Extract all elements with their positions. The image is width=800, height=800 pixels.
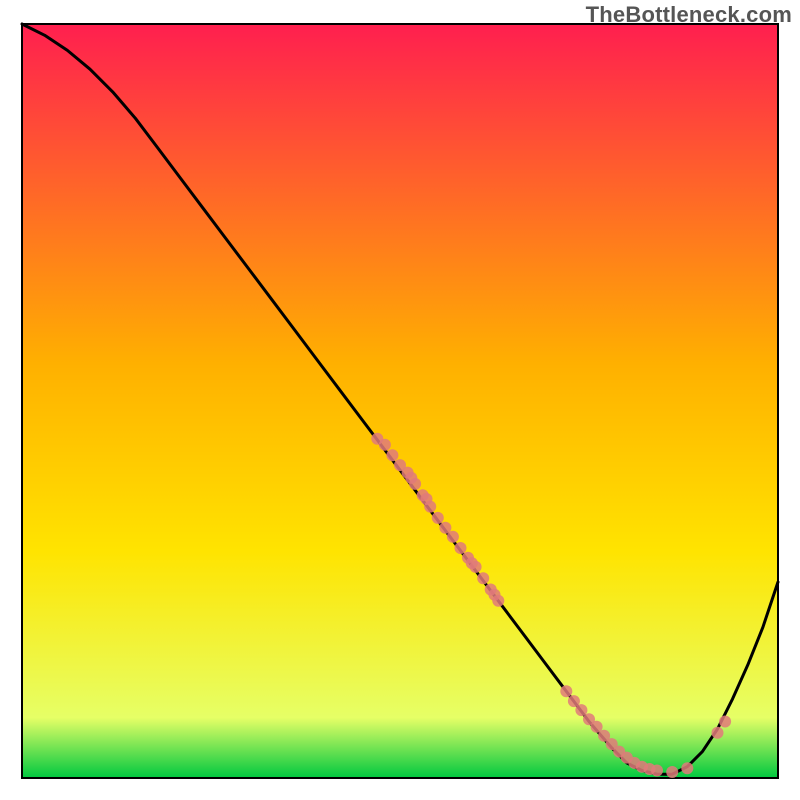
data-point bbox=[712, 727, 724, 739]
chart-container: TheBottleneck.com bbox=[0, 0, 800, 800]
data-point bbox=[492, 595, 504, 607]
data-point bbox=[719, 716, 731, 728]
data-point bbox=[455, 542, 467, 554]
plot-background bbox=[22, 24, 778, 778]
data-point bbox=[651, 765, 663, 777]
data-point bbox=[560, 685, 572, 697]
watermark-text: TheBottleneck.com bbox=[586, 2, 792, 28]
data-point bbox=[409, 478, 421, 490]
data-point bbox=[386, 449, 398, 461]
data-point bbox=[477, 572, 489, 584]
data-point bbox=[379, 439, 391, 451]
data-point bbox=[432, 512, 444, 524]
data-point bbox=[666, 766, 678, 778]
bottleneck-chart bbox=[0, 0, 800, 800]
data-point bbox=[470, 561, 482, 573]
data-point bbox=[424, 501, 436, 513]
data-point bbox=[447, 531, 459, 543]
data-point bbox=[681, 762, 693, 774]
